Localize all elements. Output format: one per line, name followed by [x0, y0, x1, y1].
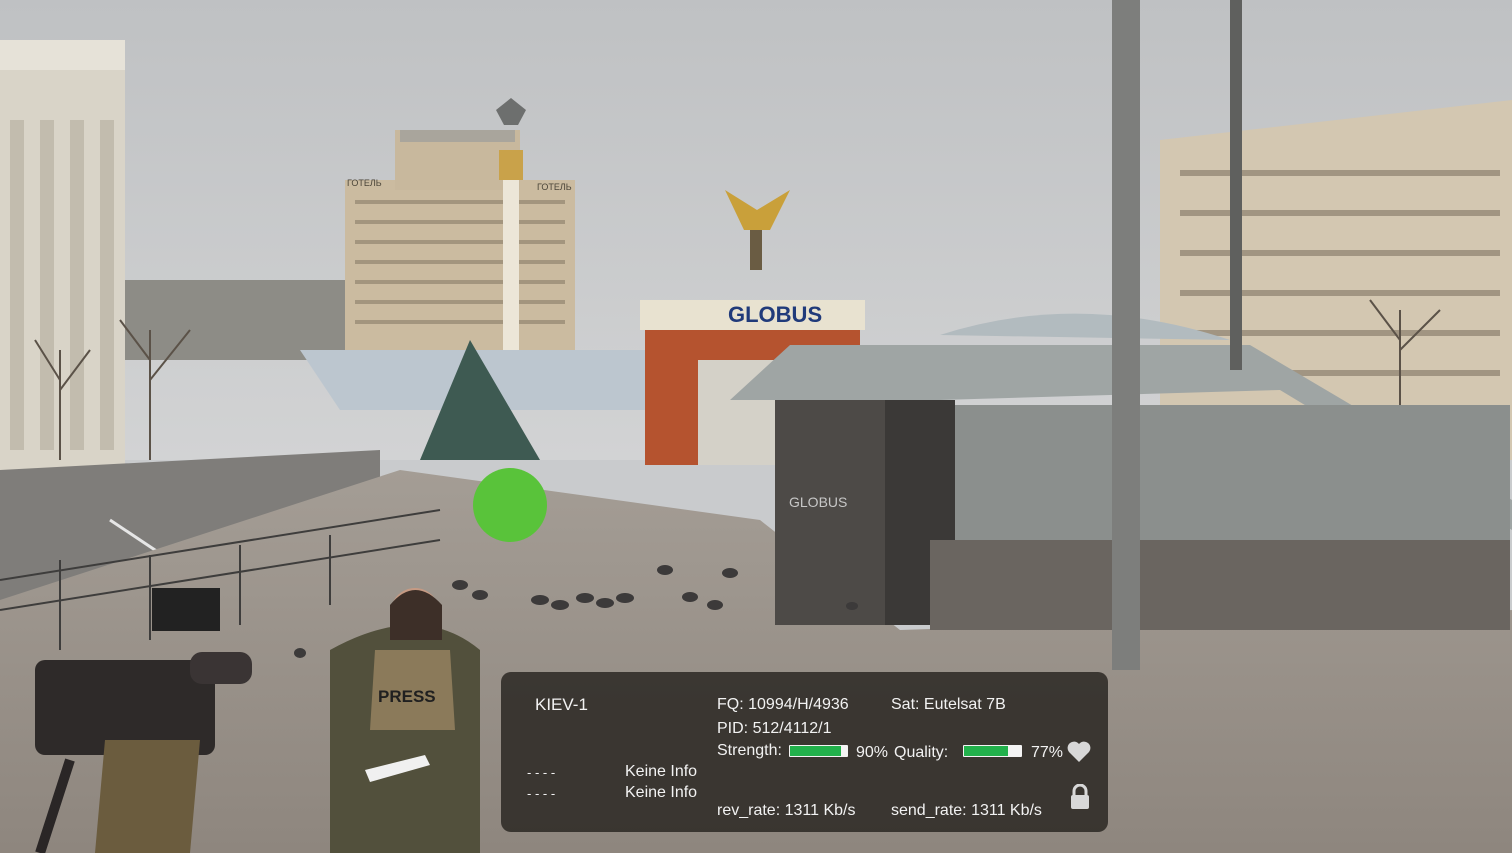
lamp-pole: [1112, 0, 1140, 670]
pid-info: PID: 512/4112/1: [717, 720, 831, 738]
epg-time-2: - - - -: [527, 786, 556, 801]
frequency-value: 10994/H/4936: [748, 696, 849, 713]
channel-info-panel: KIEV-1 FQ: 10994/H/4936 Sat: Eutelsat 7B…: [501, 672, 1108, 832]
strength-label: Strength:: [717, 742, 782, 759]
hotel-sign-left: ГОТЕЛЬ: [347, 178, 382, 188]
strength-bar: [789, 745, 848, 757]
distant-trees: [100, 280, 360, 360]
quality-label: Quality:: [894, 744, 949, 761]
pid-value: 512/4112/1: [752, 720, 832, 737]
green-bin: [473, 468, 547, 542]
rev-rate-value: 1311 Kb/s: [784, 802, 856, 819]
send-rate-label: send_rate:: [891, 802, 967, 819]
door-sign: GLOBUS: [789, 494, 847, 510]
channel-name: KIEV-1: [535, 695, 588, 714]
globus-sign: GLOBUS: [728, 302, 822, 327]
press-vest-label: PRESS: [378, 687, 436, 706]
send-rate-value: 1311 Kb/s: [971, 802, 1042, 819]
lock-icon[interactable]: [1069, 783, 1091, 810]
satellite-value: Eutelsat 7B: [923, 696, 1006, 713]
epg-time-1: - - - -: [527, 765, 556, 780]
send-rate-info: send_rate: 1311 Kb/s: [891, 802, 1042, 820]
satellite-label: Sat:: [891, 696, 920, 713]
rev-rate-label: rev_rate:: [717, 802, 781, 819]
epg-title-2: Keine Info: [625, 784, 698, 801]
quality-bar-fill: [964, 746, 1008, 756]
strength-bar-fill: [790, 746, 842, 756]
pid-label: PID:: [717, 720, 749, 737]
frequency-label: FQ:: [717, 696, 744, 713]
hotel-sign-right: ГОТЕЛЬ: [537, 182, 572, 192]
heart-icon[interactable]: [1066, 740, 1092, 764]
epg-title-1: Keine Info: [625, 763, 698, 780]
quality-percent: 77%: [1031, 744, 1064, 761]
satellite-info: Sat: Eutelsat 7B: [891, 696, 1006, 714]
quality-bar: [963, 745, 1022, 757]
strength-percent: 90%: [856, 744, 889, 761]
rev-rate-info: rev_rate: 1311 Kb/s: [717, 802, 855, 820]
frequency-info: FQ: 10994/H/4936: [717, 696, 849, 714]
left-building: [0, 40, 125, 470]
